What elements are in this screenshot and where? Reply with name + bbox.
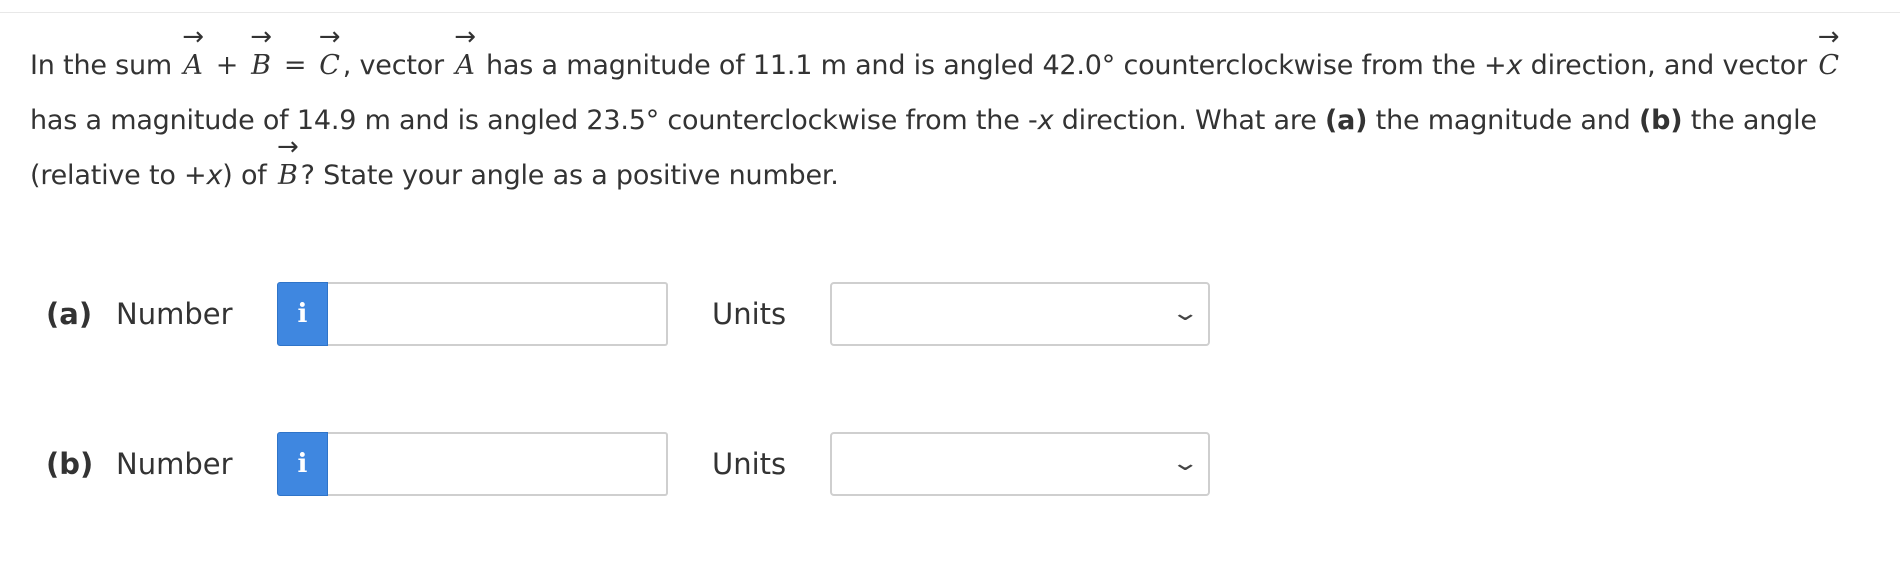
vector-c: C: [316, 38, 342, 93]
question-segment: has a magnitude of 14.9 m and is angled …: [30, 105, 1038, 136]
part-a-marker: (a): [1324, 105, 1368, 136]
question-segment: , vector: [342, 50, 453, 81]
vector-b: B: [248, 38, 274, 93]
question-segment: direction, and vector: [1522, 50, 1816, 81]
info-icon[interactable]: i: [277, 282, 328, 346]
number-label: Number: [116, 297, 233, 331]
question-text: In the sum A+B=C, vector A has a magnitu…: [30, 38, 1880, 203]
question-segment: has a magnitude of 11.1 m and is angled …: [477, 50, 1507, 81]
answer-row-a: (a) Number i Units ⌄: [46, 281, 1210, 347]
answer-row-b: (b) Number i Units ⌄: [46, 431, 1210, 497]
units-label: Units: [712, 447, 787, 481]
x-variable: x: [1506, 50, 1523, 81]
question-segment: ? State your angle as a positive number.: [300, 160, 839, 191]
x-variable: x: [1037, 105, 1054, 136]
chevron-down-icon: ⌄: [1170, 301, 1200, 326]
vector-a: A: [452, 38, 477, 93]
question-segment: In the sum: [30, 50, 181, 81]
question-segment: ) of: [222, 160, 275, 191]
units-select[interactable]: ⌄: [830, 282, 1210, 346]
number-input[interactable]: [328, 432, 668, 496]
equals-sign: =: [283, 50, 307, 81]
vector-a: A: [180, 38, 205, 93]
question-segment: direction. What are: [1053, 105, 1325, 136]
units-label: Units: [712, 297, 787, 331]
vector-b: B: [275, 148, 301, 203]
part-label: (a): [46, 297, 93, 331]
question-segment: the magnitude and: [1367, 105, 1639, 136]
plus-sign: +: [215, 50, 239, 81]
x-variable: x: [206, 160, 223, 191]
vector-c: C: [1815, 38, 1841, 93]
part-label: (b): [46, 447, 94, 481]
top-divider: [0, 12, 1900, 13]
chevron-down-icon: ⌄: [1170, 451, 1200, 476]
number-input[interactable]: [328, 282, 668, 346]
units-select[interactable]: ⌄: [830, 432, 1210, 496]
number-label: Number: [116, 447, 233, 481]
part-b-marker: (b): [1638, 105, 1683, 136]
info-icon[interactable]: i: [277, 432, 328, 496]
